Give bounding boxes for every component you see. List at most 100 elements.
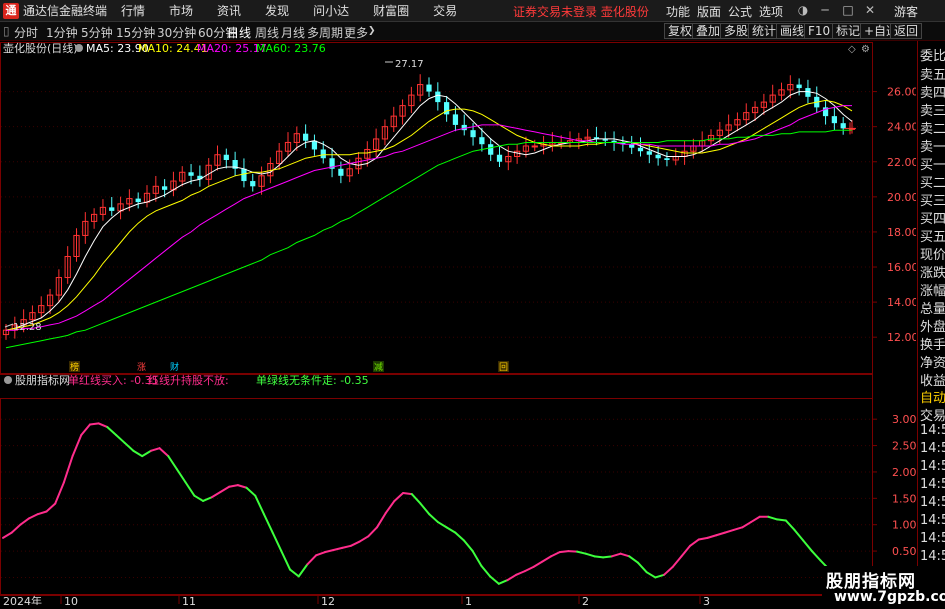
menu-item-formula[interactable]: 公式 (728, 3, 752, 20)
event-marker-reduce[interactable]: 减 (374, 361, 383, 373)
indicator-axis-label: 1.50 (892, 492, 916, 505)
date-label-dec: 12 (321, 595, 335, 605)
candle-body-down (496, 154, 503, 162)
menu-item-discover[interactable]: 发现 (265, 2, 289, 19)
event-marker-finance[interactable]: 财 (170, 361, 179, 373)
menu-item-function[interactable]: 功能 (666, 3, 690, 20)
indicator-segment (576, 550, 587, 555)
sidebar-outer-volume: 外盘 (920, 320, 945, 335)
indicator-segment (341, 544, 352, 549)
indicator-segment (593, 555, 605, 559)
indicator-segment (97, 422, 109, 429)
minimize-icon[interactable]: ─ (817, 3, 833, 17)
indicator-axis-label: 1.00 (892, 519, 916, 532)
period-tab-30min[interactable]: 30分钟 (157, 24, 196, 41)
sidebar-auto[interactable]: 自动 (920, 387, 945, 406)
indicator-segment (228, 484, 239, 488)
close-icon[interactable]: ✕ (862, 3, 878, 17)
indicator-segment (663, 565, 674, 576)
indicator-segment (175, 468, 187, 484)
ma60-legend: MA60: 23.76 (256, 42, 326, 55)
indicator-segment (497, 579, 509, 585)
menu-item-wealth[interactable]: 财富圈 (373, 2, 409, 19)
guest-login[interactable]: 游客 (894, 3, 918, 20)
indicator-segment (393, 492, 405, 502)
indicator-segment (419, 502, 431, 516)
menu-item-layout[interactable]: 版面 (697, 3, 721, 20)
price-axis-label: 22.00 (887, 156, 916, 169)
chart-diamond-icon[interactable]: ◇ (848, 44, 856, 55)
indicator-segment (28, 513, 39, 520)
sidebar-time-1: 14:54 (920, 423, 945, 438)
event-marker-rank[interactable]: 榜 (70, 361, 79, 373)
sidebar-bid5: 买五 (920, 230, 945, 245)
indicator-segment (541, 555, 552, 563)
indicator-segment (523, 565, 535, 573)
event-marker-buyback[interactable]: 回 (499, 362, 508, 373)
maximize-icon[interactable]: □ (840, 3, 856, 17)
chart-toolbar: ▯ 分时 1分钟 5分钟 15分钟 30分钟 60分钟 日线 周线 月线 多周期… (0, 22, 945, 41)
menu-item-quotes[interactable]: 行情 (121, 2, 145, 19)
period-tab-daily[interactable]: 日线 (227, 24, 251, 41)
event-marker-limitup[interactable]: 涨 (137, 362, 146, 373)
indicator-segment (636, 561, 648, 574)
indicator-settings-icon[interactable] (4, 376, 12, 384)
indicator-segment (280, 550, 292, 571)
sidebar-time-4: 14:55 (920, 477, 945, 492)
back-button[interactable]: 返回 (890, 23, 923, 39)
price-axis-label: 24.00 (887, 121, 916, 134)
menu-item-news[interactable]: 资讯 (217, 2, 241, 19)
chart-options-icon[interactable]: ⚙ (861, 44, 870, 55)
indicator-segment (106, 426, 118, 437)
period-tab-1min[interactable]: 1分钟 (46, 24, 78, 41)
indicator-segment (254, 494, 265, 516)
candle-body-down (488, 144, 494, 155)
indicator-segment (645, 571, 657, 579)
high-price-label: 27.17 (395, 59, 424, 70)
indicator-segment (62, 455, 74, 484)
indicator-segment (802, 539, 813, 553)
period-tab-more[interactable]: 更多 (344, 24, 368, 41)
indicator-legend-sell: 单绿线无条件走: -0.35 (256, 373, 369, 387)
indicator-axis-label: 2.00 (892, 466, 916, 479)
sidebar-change: 涨跌 (920, 266, 945, 281)
ma-settings-icon[interactable] (75, 44, 83, 52)
sidebar-bid-ratio: 委比 (920, 49, 945, 64)
period-tab-weekly[interactable]: 周线 (255, 24, 279, 41)
candle-body-down (320, 149, 326, 159)
period-tab-15min[interactable]: 15分钟 (116, 24, 155, 41)
sidebar-net-assets: 净资 (920, 356, 945, 371)
sidebar-change-pct: 涨幅 (920, 284, 945, 299)
indicator-segment (54, 481, 65, 505)
period-tab-multi[interactable]: 多周期 (307, 24, 343, 41)
indicator-segment (236, 484, 248, 489)
menu-item-options[interactable]: 选项 (759, 3, 783, 20)
ma-line-ma10 (5, 99, 853, 331)
menu-item-trade[interactable]: 交易 (433, 2, 457, 19)
candle-body-down (452, 114, 459, 125)
indicator-segment (506, 573, 518, 582)
period-tab-5min[interactable]: 5分钟 (81, 24, 113, 41)
period-tab-timeshare[interactable]: 分时 (14, 24, 38, 41)
candle-body-down (188, 172, 194, 176)
indicator-segment (115, 434, 126, 444)
skin-icon[interactable]: ◑ (795, 3, 811, 17)
indicator-segment (36, 510, 48, 516)
indicator-segment (732, 526, 744, 531)
chart-area[interactable]: 12.0014.0016.0018.0020.0022.0024.0026.00… (0, 41, 916, 605)
chevron-right-icon[interactable]: ❯ (368, 26, 376, 36)
indicator-segment (202, 496, 213, 502)
date-label-mar: 3 (703, 595, 710, 605)
menu-item-market[interactable]: 市场 (169, 2, 193, 19)
period-tab-monthly[interactable]: 月线 (281, 24, 305, 41)
sidebar-time-2: 14:54 (920, 441, 945, 456)
f10-button[interactable]: F10 (804, 23, 835, 39)
trade-login-notice[interactable]: 证券交易未登录 壶化股份 (513, 3, 649, 20)
price-axis: 12.00 14.00 16.00 18.00 20.00 22.00 24.00 26.00 (872, 86, 916, 344)
price-axis-label: 26.00 (887, 86, 916, 99)
indicator-segment (123, 441, 135, 452)
sidebar-ask5: 卖五 (920, 68, 945, 83)
indicator-axis-label: 2.50 (892, 440, 916, 453)
indicator-segment (628, 555, 639, 564)
menu-item-ask[interactable]: 问小达 (313, 2, 349, 19)
